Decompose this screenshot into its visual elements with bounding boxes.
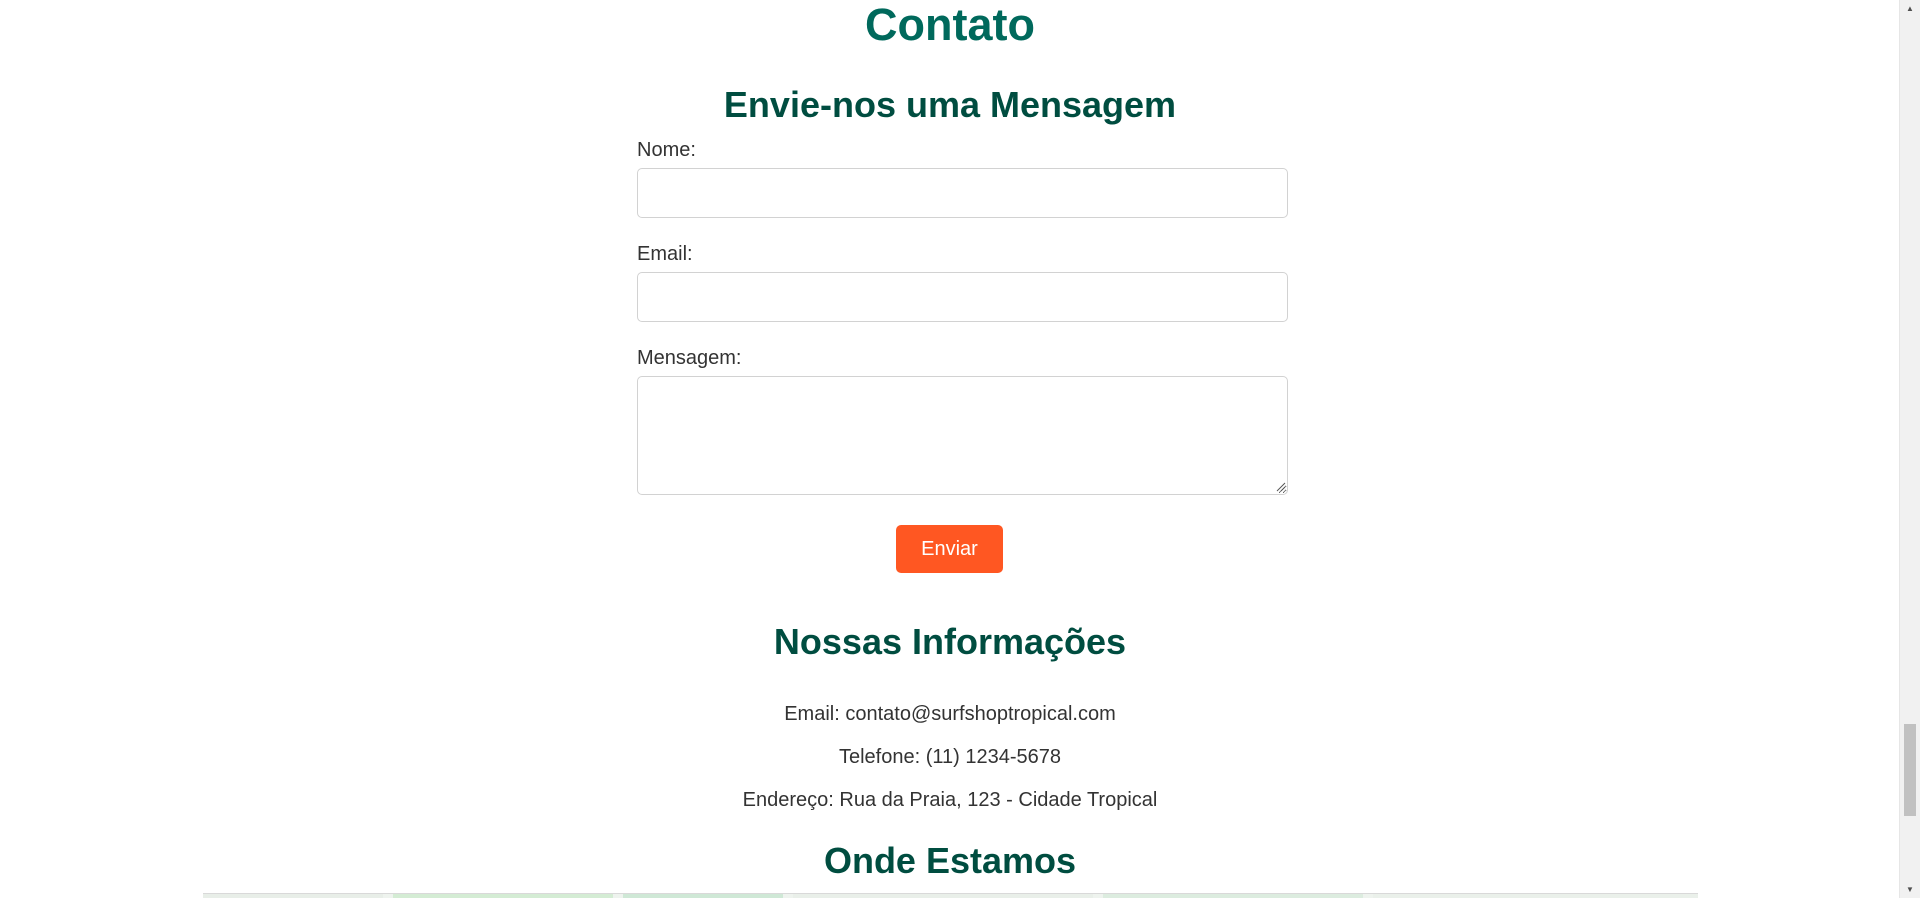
map-tile [1373,894,1698,898]
name-input[interactable] [637,168,1288,218]
email-input[interactable] [637,272,1288,322]
info-title: Nossas Informações [773,621,1127,662]
map-tile [623,894,783,898]
info-address: Endereço: Rua da Praia, 123 - Cidade Tro… [742,789,1158,811]
info-email: Email: contato@surfshoptropical.com [784,703,1116,725]
page-title: Contato [865,0,1035,50]
map-title: Onde Estamos [823,840,1077,881]
scroll-down-icon[interactable]: ▼ [1900,881,1920,898]
page-scrollbar[interactable]: ▲ ▼ [1899,0,1920,898]
send-button[interactable]: Enviar [896,525,1003,573]
embedded-map[interactable] [203,893,1698,898]
map-tile [393,894,613,898]
email-label: Email: [637,243,693,265]
message-textarea[interactable] [637,376,1288,495]
scroll-up-icon[interactable]: ▲ [1900,0,1920,17]
form-title: Envie-nos uma Mensagem [723,84,1177,125]
map-tile [1103,894,1363,898]
name-label: Nome: [637,139,696,161]
map-tile [793,894,1093,898]
info-phone: Telefone: (11) 1234-5678 [838,746,1061,768]
contact-page: Contato Envie-nos uma Mensagem Nome: Ema… [0,0,1900,898]
scrollbar-thumb[interactable] [1904,724,1916,816]
map-tile [203,894,383,898]
message-label: Mensagem: [637,347,742,369]
